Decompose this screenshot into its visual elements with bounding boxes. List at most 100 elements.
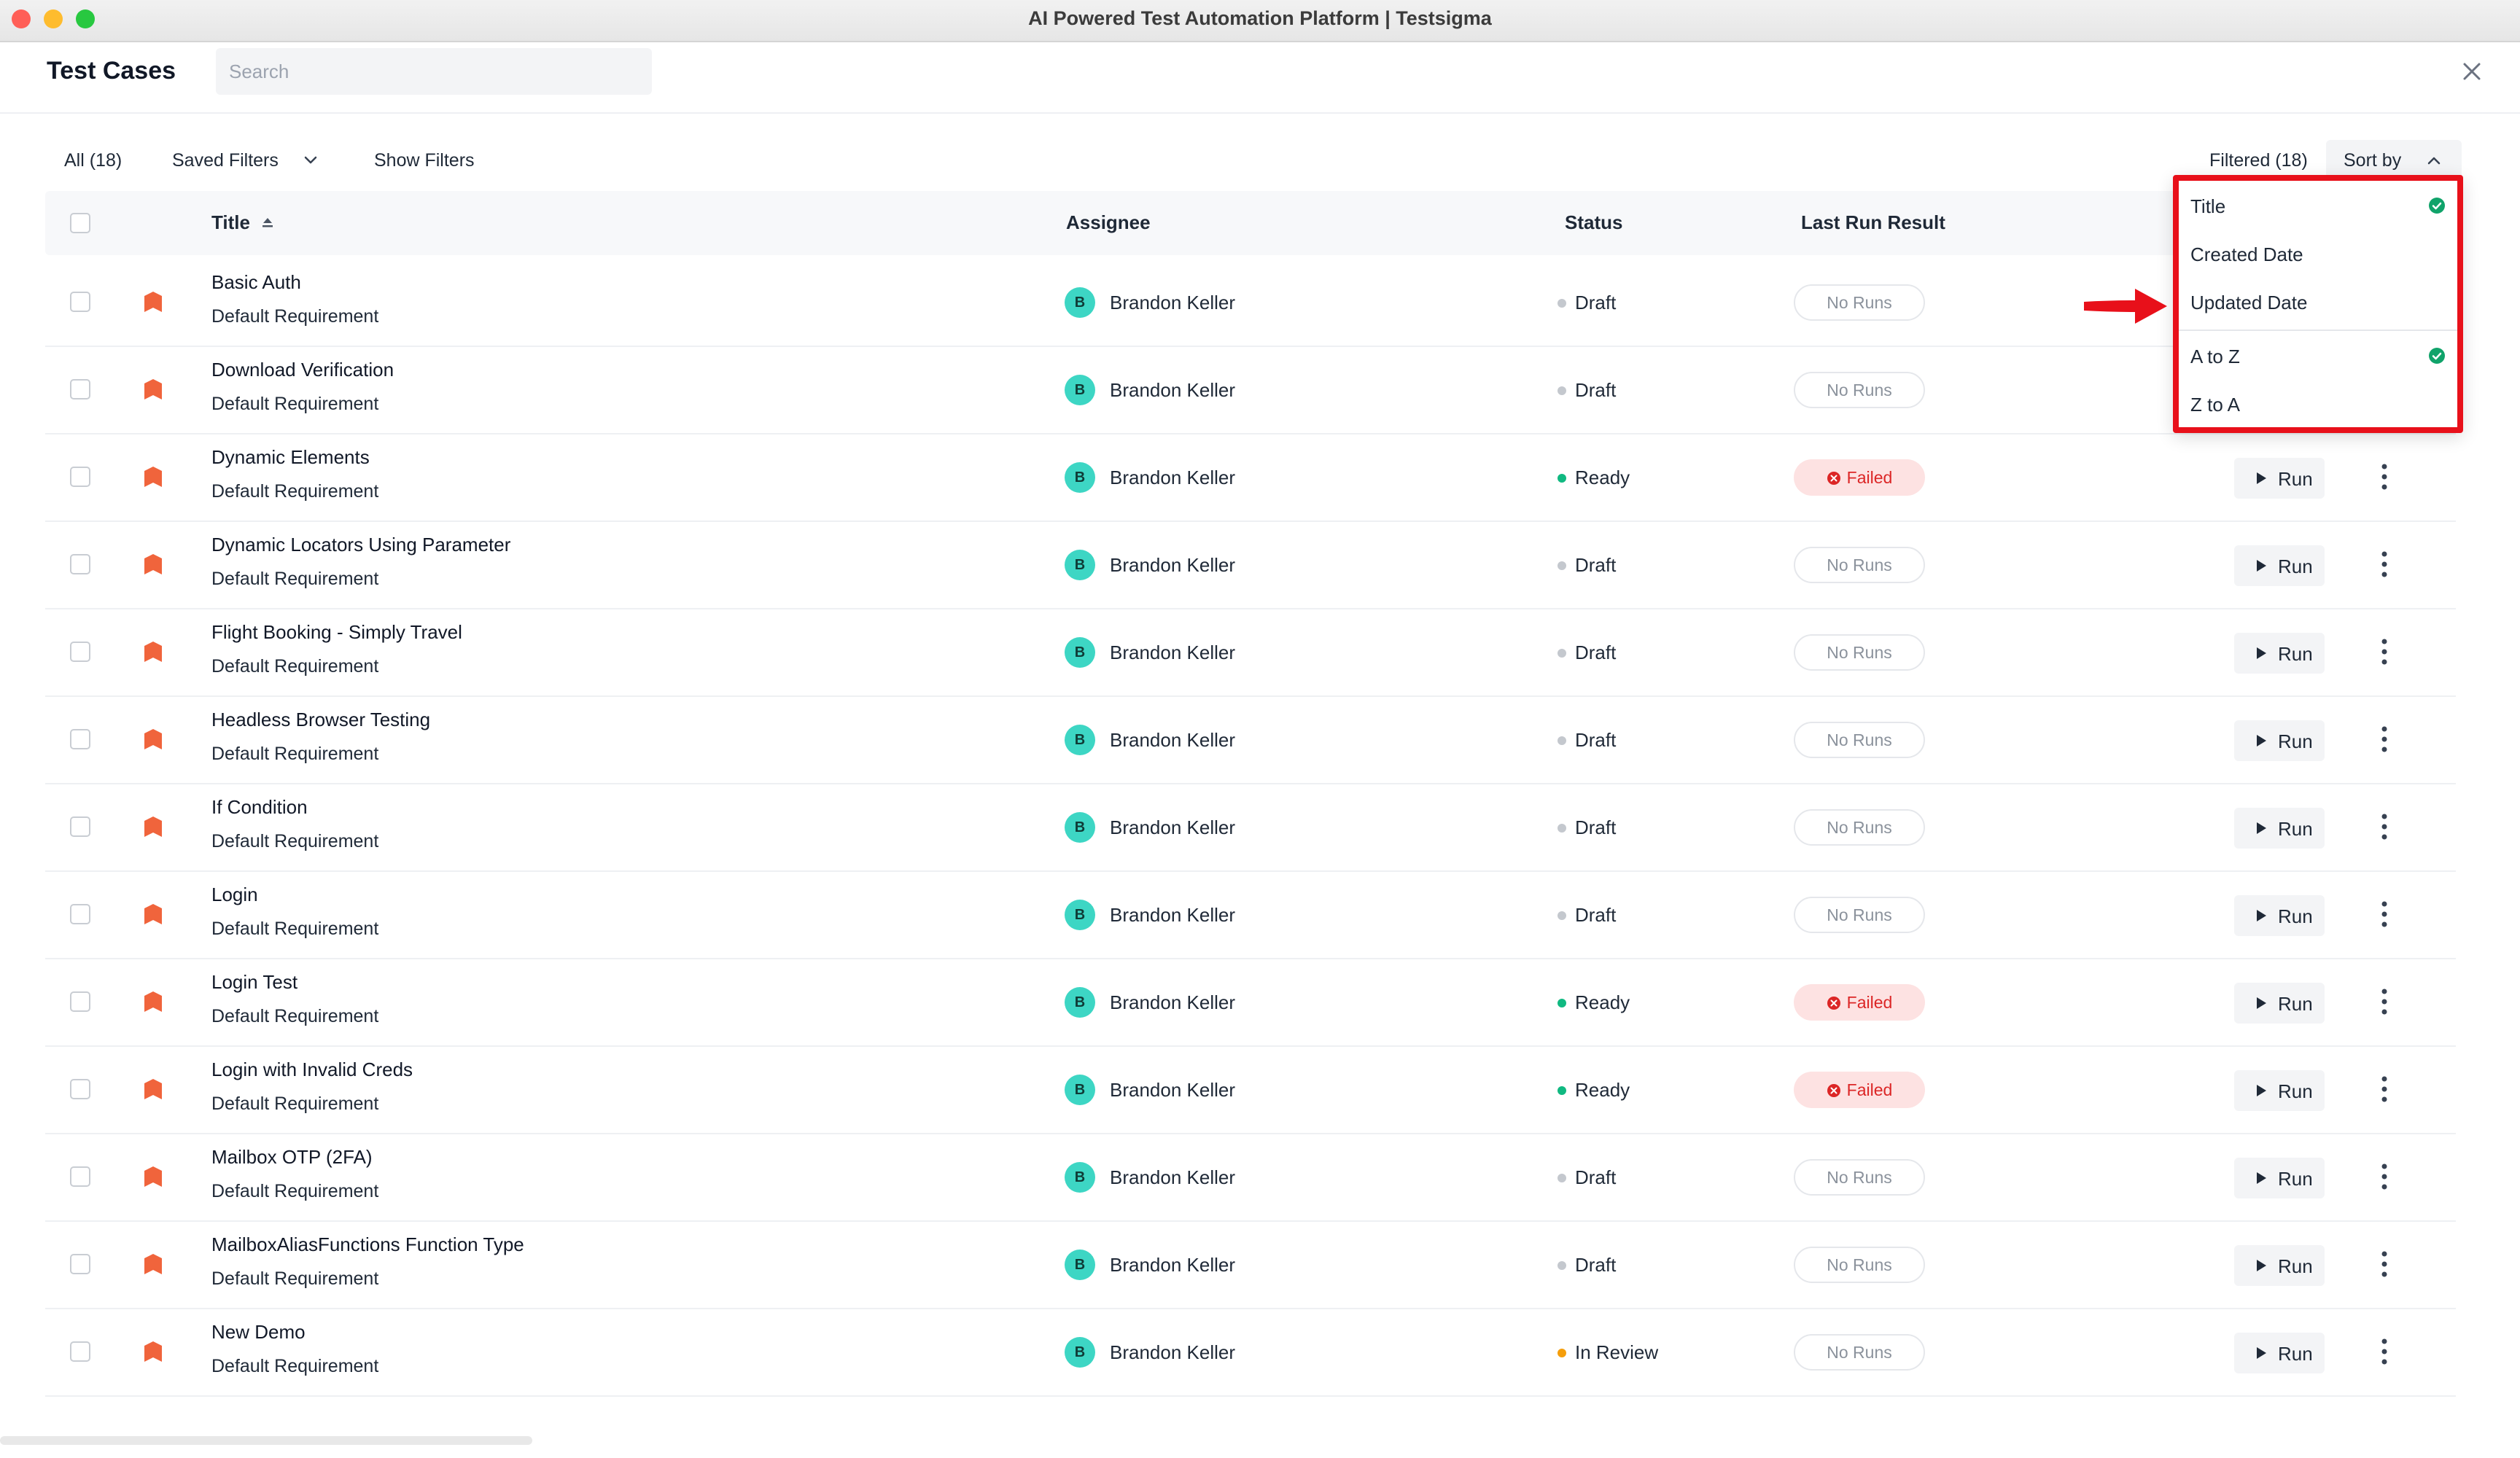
priority-flag-icon [144, 379, 162, 399]
status-dot [1558, 1174, 1566, 1182]
run-button[interactable]: Run [2234, 1245, 2325, 1286]
table-row[interactable]: If Condition Default Requirement B Brandon … [45, 783, 2456, 872]
test-case-title[interactable]: New Demo [211, 1321, 306, 1344]
test-case-title[interactable]: MailboxAliasFunctions Function Type [211, 1233, 524, 1256]
more-options-icon[interactable] [2380, 462, 2389, 491]
run-button-label: Run [2278, 818, 2313, 840]
row-checkbox[interactable] [70, 467, 90, 487]
all-tab[interactable]: All (18) [64, 150, 122, 171]
run-button[interactable]: Run [2234, 458, 2325, 499]
status-label: Ready [1575, 991, 1630, 1013]
test-case-title[interactable]: Mailbox OTP (2FA) [211, 1146, 373, 1169]
close-icon[interactable] [2456, 55, 2488, 87]
status-label: Draft [1575, 379, 1617, 401]
row-checkbox[interactable] [70, 292, 90, 312]
row-checkbox[interactable] [70, 1166, 90, 1187]
assignee-name: Brandon Keller [1110, 1341, 1235, 1363]
last-run-result-text: No Runs [1827, 905, 1892, 924]
status-dot [1558, 649, 1566, 658]
more-options-icon[interactable] [2380, 550, 2389, 579]
chevron-down-icon[interactable] [302, 153, 319, 168]
run-button[interactable]: Run [2234, 545, 2325, 586]
run-button[interactable]: Run [2234, 808, 2325, 849]
sort-ascending-icon[interactable] [260, 214, 276, 230]
test-case-title[interactable]: Dynamic Locators Using Parameter [211, 534, 510, 556]
saved-filters-dropdown[interactable]: Saved Filters [172, 150, 279, 171]
more-options-icon[interactable] [2380, 987, 2389, 1016]
last-run-result-badge[interactable]: Failed [1794, 1072, 1925, 1108]
column-status[interactable]: Status [1565, 211, 1622, 234]
run-button[interactable]: Run [2234, 1158, 2325, 1198]
table-row[interactable]: Download Verification Default Requirement… [45, 346, 2456, 434]
run-button[interactable]: Run [2234, 895, 2325, 936]
requirement-label: Default Requirement [211, 569, 379, 589]
test-case-title[interactable]: Dynamic Elements [211, 446, 370, 469]
select-all-checkbox[interactable] [70, 213, 90, 233]
more-options-icon[interactable] [2380, 1162, 2389, 1191]
last-run-result-badge[interactable]: Failed [1794, 984, 1925, 1021]
test-case-title[interactable]: Flight Booking - Simply Travel [211, 621, 462, 644]
more-options-icon[interactable] [2380, 1250, 2389, 1279]
status-label: Draft [1575, 1254, 1617, 1276]
table-row[interactable]: MailboxAliasFunctions Function Type Defau… [45, 1220, 2456, 1309]
row-checkbox[interactable] [70, 1341, 90, 1362]
priority-flag-icon [144, 292, 162, 312]
page-title: Test Cases [47, 57, 176, 85]
table-row[interactable]: Dynamic Locators Using Parameter Default … [45, 521, 2456, 609]
test-case-title[interactable]: Headless Browser Testing [211, 709, 430, 731]
horizontal-scrollbar[interactable] [0, 1436, 532, 1445]
assignee-name: Brandon Keller [1110, 1166, 1235, 1188]
assignee-name: Brandon Keller [1110, 1254, 1235, 1276]
more-options-icon[interactable] [2380, 900, 2389, 929]
table-row[interactable]: Login Default Requirement B Brandon Keller D… [45, 870, 2456, 959]
more-options-icon[interactable] [2380, 725, 2389, 754]
row-checkbox[interactable] [70, 554, 90, 574]
run-button-label: Run [2278, 1255, 2313, 1277]
search-input[interactable] [216, 48, 652, 95]
row-checkbox[interactable] [70, 1254, 90, 1274]
status-dot [1558, 561, 1566, 570]
avatar: B [1065, 1337, 1095, 1368]
column-title[interactable]: Title [211, 211, 250, 234]
row-checkbox[interactable] [70, 816, 90, 837]
run-button[interactable]: Run [2234, 633, 2325, 674]
more-options-icon[interactable] [2380, 812, 2389, 841]
table-row[interactable]: New Demo Default Requirement B Brandon Kell… [45, 1308, 2456, 1397]
run-button[interactable]: Run [2234, 1070, 2325, 1111]
row-checkbox[interactable] [70, 904, 90, 924]
test-case-title[interactable]: Login with Invalid Creds [211, 1059, 413, 1081]
table-row[interactable]: Mailbox OTP (2FA) Default Requirement B Bra… [45, 1133, 2456, 1222]
table-row[interactable]: Login with Invalid Creds Default Requirem… [45, 1045, 2456, 1134]
test-case-title[interactable]: Download Verification [211, 359, 394, 381]
play-icon [2257, 735, 2266, 746]
table-row[interactable]: Headless Browser Testing Default Requirem… [45, 695, 2456, 784]
column-last-run-result[interactable]: Last Run Result [1801, 211, 1945, 234]
test-case-title[interactable]: Login Test [211, 971, 298, 994]
row-checkbox[interactable] [70, 642, 90, 662]
row-checkbox[interactable] [70, 379, 90, 399]
column-assignee[interactable]: Assignee [1066, 211, 1151, 234]
x-circle-icon [1827, 997, 1840, 1010]
test-case-title[interactable]: If Condition [211, 796, 308, 819]
status-label: Draft [1575, 904, 1617, 926]
row-checkbox[interactable] [70, 729, 90, 749]
run-button[interactable]: Run [2234, 983, 2325, 1024]
row-checkbox[interactable] [70, 991, 90, 1012]
more-options-icon[interactable] [2380, 1337, 2389, 1366]
table-row[interactable]: Dynamic Elements Default Requirement B Bran… [45, 433, 2456, 522]
show-filters-button[interactable]: Show Filters [374, 150, 475, 171]
row-checkbox[interactable] [70, 1079, 90, 1099]
test-case-title[interactable]: Login [211, 884, 258, 906]
table-row[interactable]: Flight Booking - Simply Travel Default Re… [45, 608, 2456, 697]
avatar: B [1065, 375, 1095, 405]
run-button[interactable]: Run [2234, 1333, 2325, 1373]
priority-flag-icon [144, 729, 162, 749]
test-case-title[interactable]: Basic Auth [211, 271, 301, 294]
more-options-icon[interactable] [2380, 637, 2389, 666]
more-options-icon[interactable] [2380, 1075, 2389, 1104]
priority-flag-icon [144, 467, 162, 487]
last-run-result-badge[interactable]: Failed [1794, 459, 1925, 496]
run-button[interactable]: Run [2234, 720, 2325, 761]
table-row[interactable]: Login Test Default Requirement B Brandon Ke… [45, 958, 2456, 1047]
last-run-result-badge: No Runs [1794, 284, 1925, 321]
